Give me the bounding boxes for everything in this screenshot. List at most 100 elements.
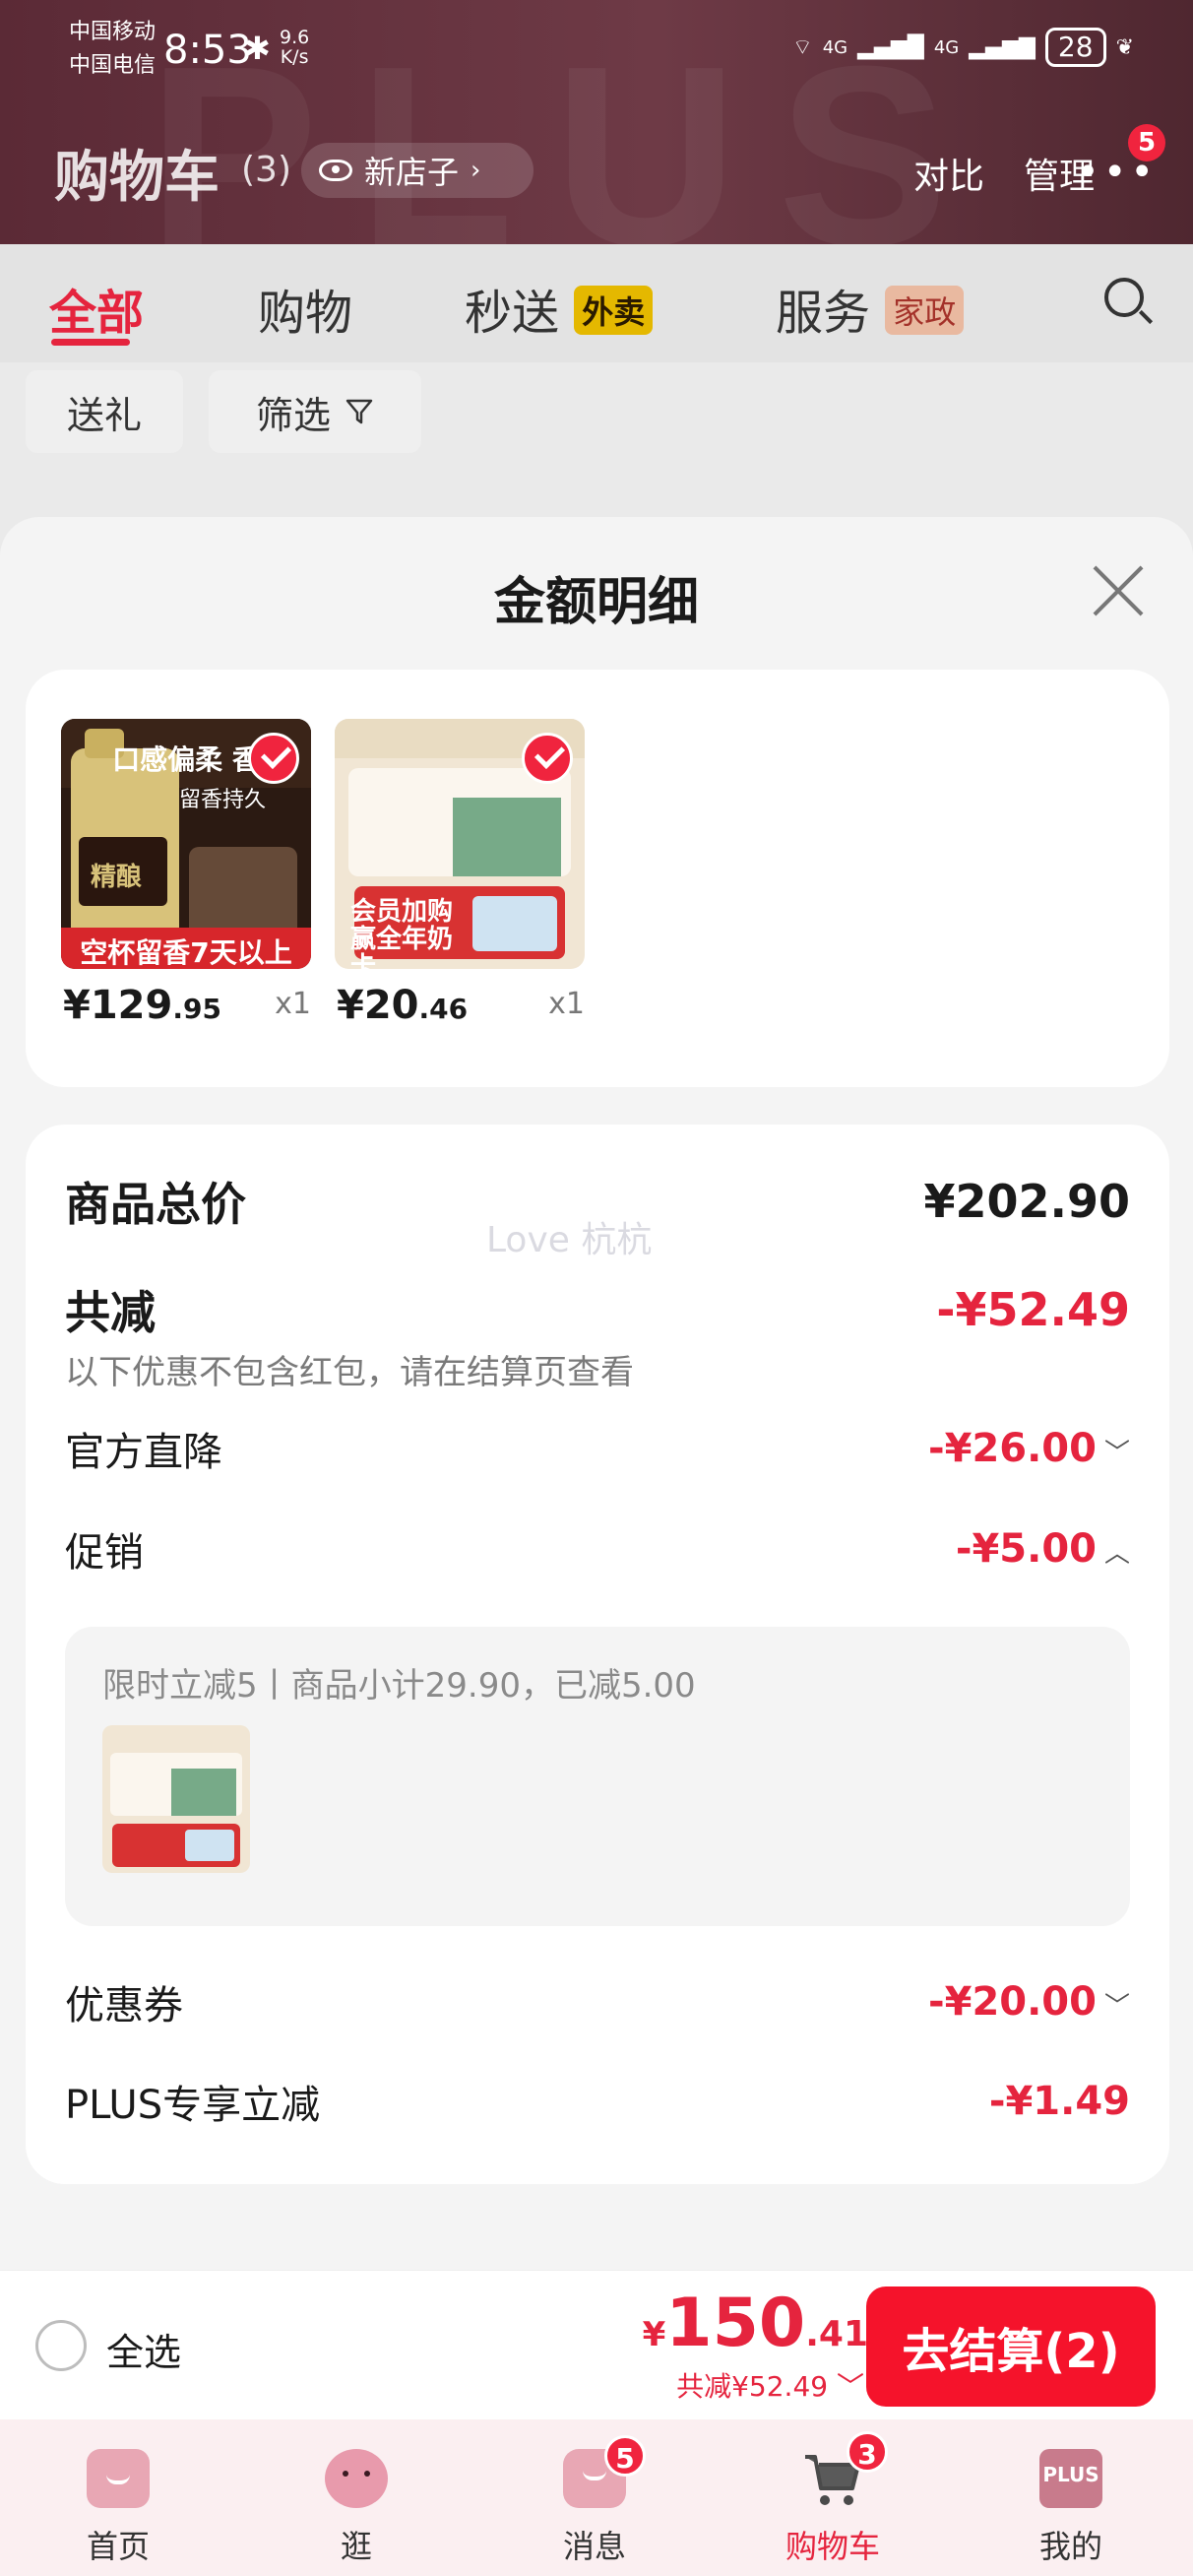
chevron-down-icon: ﹀ (1103, 1439, 1130, 1468)
nav-home[interactable]: 首页 (0, 2419, 236, 2576)
product-quantity: x1 (548, 987, 585, 1021)
plus-discount-value: -¥1.49 (988, 2079, 1130, 2124)
leaf-icon: ❦ (1115, 34, 1134, 60)
chevron-down-icon: ﹀ (1103, 1992, 1130, 2022)
status-bar-carriers: 中国移动 中国电信 (69, 16, 156, 83)
promotion-detail-text: 限时立减5丨商品小计29.90，已减5.00 (102, 1666, 696, 1706)
checkout-total-price: ¥150.41 (642, 2285, 868, 2362)
tab-service-label: 服务 (776, 286, 871, 341)
signal-1-label: 4G (822, 36, 848, 58)
checkout-bar: 全选 ¥150.41 共减¥52.49 ﹀ 去结算(2) (0, 2270, 1193, 2419)
takeout-tag: 外卖 (574, 286, 654, 335)
tab-express-label: 秒送 (465, 286, 560, 341)
planet-face-icon (325, 2449, 388, 2508)
oil-image-label: 精酿 (91, 863, 143, 892)
total-price-label: 商品总价 (65, 1178, 246, 1231)
tab-shopping[interactable]: 购物 (258, 274, 352, 343)
category-tabs: 全部 购物 秒送 外卖 服务 家政 (0, 244, 1193, 362)
tab-express[interactable]: 秒送 外卖 (465, 274, 654, 343)
signal-bars-icon: ▂▄▆█ (857, 34, 924, 60)
checkmark-icon (522, 733, 573, 784)
total-discount-label: 共减 (65, 1286, 156, 1339)
eye-icon (319, 160, 352, 181)
gift-filter-button[interactable]: 送礼 (26, 370, 183, 453)
select-all-label[interactable]: 全选 (106, 2322, 181, 2376)
select-all-radio[interactable] (35, 2320, 87, 2371)
bluetooth-icon: ✱ (244, 30, 271, 67)
official-discount-value: -¥26.00 ﹀ (928, 1426, 1130, 1471)
plus-discount-row: PLUS专享立减 -¥1.49 (65, 2073, 1130, 2130)
chevron-right-icon: › (471, 156, 481, 185)
promotion-value: -¥5.00 ︿ (955, 1526, 1130, 1572)
new-store-label: 新店子 (364, 154, 460, 191)
product-item[interactable]: 口感偏柔 香 留香持久 精酿 空杯留香7天以上 ¥129.95 x1 (61, 719, 311, 1028)
cart-header-background: PLUS 中国移动 中国电信 8:53 ✱ 9.6 K/s ⌔ 4G ▂▄▆█ … (0, 0, 1193, 299)
funnel-icon (345, 399, 373, 424)
official-discount-row[interactable]: 官方直降 -¥26.00 ﹀ (65, 1420, 1130, 1477)
nav-home-label: 首页 (86, 2528, 150, 2565)
nav-cart[interactable]: 3 购物车 (715, 2419, 951, 2576)
more-icon[interactable]: ••• (1076, 153, 1158, 192)
status-time: 8:53 (163, 28, 252, 73)
plus-discount-label: PLUS专享立减 (65, 2083, 321, 2128)
product-image-oil[interactable]: 口感偏柔 香 留香持久 精酿 空杯留香7天以上 (61, 719, 311, 969)
carrier-2: 中国电信 (69, 53, 157, 78)
status-bar-right: ⌔ 4G ▂▄▆█ 4G ▂▄▆▇ 28 ❦ (792, 28, 1134, 67)
wifi-icon: ⌔ (792, 35, 813, 60)
plus-member-icon: PLUS (1039, 2449, 1102, 2508)
price-breakdown-card: Love 杭杭 商品总价 ¥202.90 共减 -¥52.49 以下优惠不包含红… (26, 1125, 1169, 2184)
new-store-button[interactable]: 新店子 › (301, 143, 534, 198)
total-discount-value: -¥52.49 (936, 1283, 1130, 1336)
checkout-button[interactable]: 去结算(2) (866, 2286, 1156, 2407)
nav-messages[interactable]: 5 消息 (476, 2419, 713, 2576)
tab-service[interactable]: 服务 家政 (776, 274, 965, 343)
nav-cart-label: 购物车 (785, 2528, 880, 2565)
discount-note: 以下优惠不包含红包，请在结算页查看 (65, 1353, 634, 1392)
network-speed: 9.6 K/s (280, 27, 310, 68)
plus-icon-text: PLUS (1042, 2463, 1099, 2486)
product-item[interactable]: 会员加购赢全年奶卡 ¥20.46 x1 (335, 719, 585, 1028)
products-card: 口感偏柔 香 留香持久 精酿 空杯留香7天以上 ¥129.95 x1 会员加购赢… (26, 670, 1169, 1087)
coupon-label: 优惠券 (65, 1983, 183, 2029)
product-price: ¥129.95 (63, 983, 221, 1028)
nav-mine[interactable]: PLUS 我的 (953, 2419, 1189, 2576)
battery-indicator: 28 (1044, 28, 1106, 67)
close-icon[interactable] (1091, 564, 1144, 617)
search-icon[interactable] (1104, 278, 1144, 317)
promotion-product-thumbnail[interactable] (102, 1725, 250, 1873)
cart-count: (3) (241, 150, 291, 190)
housekeeping-tag: 家政 (885, 286, 965, 335)
promotion-row[interactable]: 促销 -¥5.00 ︿ (65, 1520, 1130, 1578)
nav-browse[interactable]: 逛 (238, 2419, 474, 2576)
filter-button[interactable]: 筛选 (209, 370, 421, 453)
official-discount-label: 官方直降 (65, 1430, 222, 1475)
cart-badge: 3 (847, 2431, 888, 2473)
checkout-saved-amount[interactable]: 共减¥52.49 ﹀ (676, 2365, 864, 2405)
coupon-row[interactable]: 优惠券 -¥20.00 ﹀ (65, 1973, 1130, 2030)
tab-all[interactable]: 全部 (49, 274, 144, 343)
product-price: ¥20.46 (337, 983, 469, 1028)
signal-bars-icon: ▂▄▆▇ (969, 34, 1036, 60)
promotion-detail-box: 限时立减5丨商品小计29.90，已减5.00 (65, 1627, 1130, 1926)
total-discount-row: 共减 -¥52.49 (65, 1277, 1130, 1342)
signal-2-label: 4G (933, 36, 960, 58)
carrier-1: 中国移动 (69, 20, 157, 44)
compare-button[interactable]: 对比 (913, 148, 984, 199)
promotion-label: 促销 (65, 1530, 144, 1576)
header-actions: 对比 管理 (913, 148, 1095, 199)
product-image-milk[interactable]: 会员加购赢全年奶卡 (335, 719, 585, 969)
total-price-row: 商品总价 ¥202.90 (65, 1169, 1130, 1234)
more-badge: 5 (1128, 124, 1165, 161)
active-tab-underline (51, 339, 130, 346)
sheet-title: 金额明细 (493, 573, 699, 632)
oil-image-banner: 空杯留香7天以上 (80, 936, 292, 969)
milk-image-banner: 会员加购赢全年奶卡 (350, 897, 454, 969)
gift-filter-label: 送礼 (66, 393, 142, 437)
amount-detail-sheet: 金额明细 口感偏柔 香 留香持久 精酿 空杯留香7天以上 ¥129.95 x1 … (0, 517, 1193, 2270)
chevron-up-icon: ︿ (1103, 1539, 1130, 1569)
nav-messages-label: 消息 (562, 2528, 626, 2565)
page-title: 购物车 (54, 146, 220, 210)
product-quantity: x1 (275, 987, 311, 1021)
milk-thumbnail-picture (102, 1725, 250, 1873)
checkmark-icon (248, 733, 299, 784)
